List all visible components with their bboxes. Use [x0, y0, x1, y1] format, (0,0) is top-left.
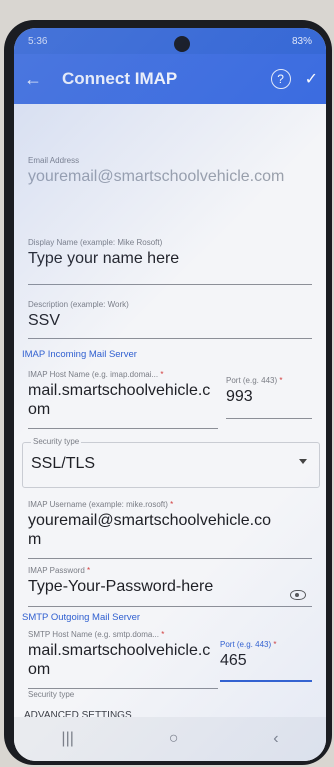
form-content: Email Address youremail@smartschoolvehic… [14, 104, 326, 761]
display-name-input[interactable]: Type your name here [28, 249, 312, 268]
smtp-security-label: Security type [28, 690, 75, 699]
home-icon[interactable]: ○ [169, 730, 179, 748]
smtp-security-select[interactable]: Security type [28, 690, 312, 704]
imap-security-value[interactable]: SSL/TLS [31, 455, 95, 473]
status-battery: 83% [291, 35, 312, 47]
smtp-host-input[interactable]: mail.smartschoolvehicle.com [28, 641, 214, 679]
divider [28, 338, 312, 339]
show-password-eye-icon[interactable] [290, 590, 306, 600]
imap-password-input[interactable]: Type-Your-Password-here [28, 577, 312, 596]
email-value[interactable]: youremail@smartschoolvehicle.com [28, 167, 288, 186]
imap-section-title: IMAP Incoming Mail Server [22, 349, 137, 360]
imap-security-label: Security type [31, 437, 82, 446]
divider [28, 688, 218, 689]
smtp-port-label: Port (e.g. 443) [220, 640, 272, 649]
smtp-port-input[interactable]: 465 [220, 651, 312, 670]
app-bar: ← Connect IMAP ? ✓ [14, 54, 326, 104]
confirm-check-icon[interactable]: ✓ [305, 69, 318, 89]
divider [28, 428, 218, 429]
app-screen: 5:36 83% ← Connect IMAP ? ✓ Email Addres… [14, 28, 326, 761]
status-time: 5:36 [28, 35, 48, 47]
focused-underline [220, 680, 312, 682]
imap-password-label: IMAP Password [28, 566, 85, 575]
imap-port-input[interactable]: 993 [226, 387, 312, 406]
smtp-port-field[interactable]: Port (e.g. 443) * 465 [220, 640, 312, 688]
display-name-field[interactable]: Display Name (example: Mike Rosoft) Type… [28, 238, 312, 286]
smtp-host-field[interactable]: SMTP Host Name (e.g. smtp.doma... * mail… [28, 630, 218, 690]
smtp-section-title: SMTP Outgoing Mail Server [22, 612, 141, 623]
page-title: Connect IMAP [62, 69, 178, 88]
imap-username-input[interactable]: youremail@smartschoolvehicle.com [28, 511, 278, 549]
description-field[interactable]: Description (example: Work) SSV [28, 300, 312, 340]
imap-username-label: IMAP Username (example: mike.rosoft) [28, 500, 168, 509]
smtp-host-label: SMTP Host Name (e.g. smtp.doma... [28, 630, 160, 639]
divider [28, 284, 312, 285]
imap-host-label: IMAP Host Name (e.g. imap.domai... [28, 370, 159, 379]
status-bar: 5:36 83% [14, 28, 326, 54]
imap-host-input[interactable]: mail.smartschoolvehicle.com [28, 381, 214, 419]
divider [28, 558, 312, 559]
divider [226, 418, 312, 419]
imap-password-field[interactable]: IMAP Password * Type-Your-Password-here [28, 566, 312, 608]
recent-apps-icon[interactable]: ||| [61, 730, 73, 748]
imap-host-field[interactable]: IMAP Host Name (e.g. imap.domai... * mai… [28, 370, 218, 430]
imap-port-label: Port (e.g. 443) [226, 376, 278, 385]
imap-port-field[interactable]: Port (e.g. 443) * 993 [226, 376, 312, 422]
description-input[interactable]: SSV [28, 311, 312, 330]
chevron-down-icon[interactable] [299, 459, 307, 464]
email-field[interactable]: Email Address youremail@smartschoolvehic… [28, 156, 312, 226]
divider [28, 606, 312, 607]
phone-frame: 5:36 83% ← Connect IMAP ? ✓ Email Addres… [4, 20, 332, 765]
display-name-label: Display Name (example: Mike Rosoft) [28, 238, 163, 247]
system-nav-bar: ||| ○ ‹ [14, 717, 326, 761]
imap-security-select[interactable]: Security type SSL/TLS [22, 437, 320, 488]
description-label: Description (example: Work) [28, 300, 129, 309]
camera-cutout [174, 36, 190, 52]
imap-username-field[interactable]: IMAP Username (example: mike.rosoft) * y… [28, 500, 312, 560]
back-arrow-icon[interactable]: ← [24, 69, 48, 90]
help-icon[interactable]: ? [270, 69, 291, 89]
email-label: Email Address [28, 156, 80, 165]
nav-back-icon[interactable]: ‹ [273, 730, 278, 748]
